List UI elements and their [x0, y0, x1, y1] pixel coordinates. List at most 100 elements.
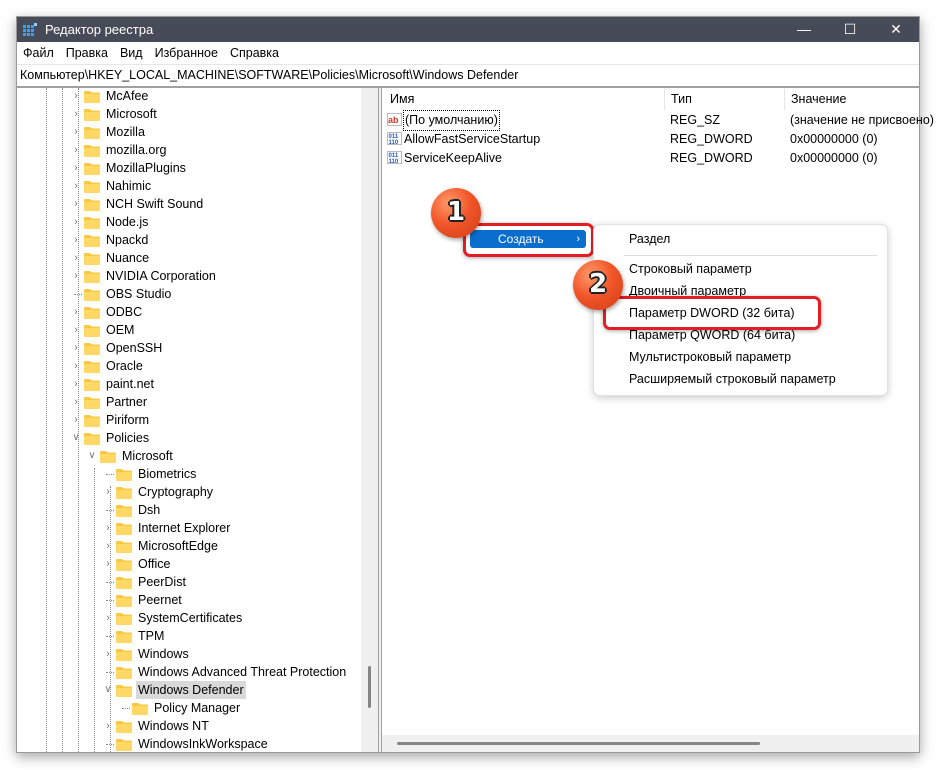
value-row[interactable]: ab (По умолчанию) REG_SZ (значение не пр…: [382, 110, 934, 131]
chevron-right-icon[interactable]: ›: [70, 141, 82, 159]
submenu-item-string[interactable]: Строковый параметр: [594, 258, 887, 280]
menu-edit[interactable]: Правка: [60, 42, 114, 64]
chevron-down-icon[interactable]: ∨: [70, 429, 82, 447]
tree-node[interactable]: › SystemCertificates: [102, 609, 378, 627]
registry-editor-icon: [23, 23, 37, 36]
folder-icon: [84, 342, 100, 355]
tree-node[interactable]: › Piriform: [70, 411, 370, 429]
column-header-name[interactable]: Имя: [390, 88, 414, 110]
tree-node[interactable]: › Office: [102, 555, 378, 573]
step-number: 2: [588, 269, 608, 299]
chevron-right-icon[interactable]: ›: [70, 88, 82, 105]
chevron-right-icon[interactable]: ›: [70, 339, 82, 357]
chevron-right-icon[interactable]: ›: [70, 177, 82, 195]
tree-vertical-scrollbar[interactable]: [361, 88, 378, 752]
tree-node[interactable]: TPM: [102, 627, 378, 645]
tree-node[interactable]: Biometrics: [102, 465, 378, 483]
tree-node[interactable]: › Mozilla: [70, 123, 370, 141]
tree-node[interactable]: Policy Manager: [118, 699, 378, 717]
tree-node[interactable]: PeerDist: [102, 573, 378, 591]
chevron-right-icon[interactable]: ›: [70, 159, 82, 177]
tree-node[interactable]: › NVIDIA Corporation: [70, 267, 370, 285]
column-header-type[interactable]: Тип: [671, 88, 692, 110]
chevron-right-icon[interactable]: ›: [102, 717, 114, 735]
tree-node[interactable]: › paint.net: [70, 375, 370, 393]
tree-node[interactable]: › Windows: [102, 645, 378, 663]
tree-node[interactable]: › OEM: [70, 321, 370, 339]
chevron-right-icon[interactable]: ›: [102, 555, 114, 573]
address-path[interactable]: Компьютер\HKEY_LOCAL_MACHINE\SOFTWARE\Po…: [20, 68, 518, 82]
chevron-right-icon[interactable]: ›: [70, 249, 82, 267]
folder-icon: [116, 468, 132, 481]
folder-icon: [84, 252, 100, 265]
tree-node[interactable]: ∨ Policies: [70, 429, 370, 447]
tree-node[interactable]: Dsh: [102, 501, 378, 519]
tree-node[interactable]: › OpenSSH: [70, 339, 370, 357]
tree-scroll-thumb[interactable]: [368, 666, 371, 708]
tree-node[interactable]: › NCH Swift Sound: [70, 195, 370, 213]
tree-node[interactable]: › Internet Explorer: [102, 519, 378, 537]
submenu-item-key[interactable]: Раздел: [594, 228, 887, 250]
chevron-right-icon[interactable]: ›: [102, 609, 114, 627]
tree-node[interactable]: › McAfee: [70, 88, 370, 105]
menu-file[interactable]: Файл: [17, 42, 60, 64]
tree-node[interactable]: WindowsInkWorkspace: [102, 735, 378, 752]
chevron-right-icon[interactable]: ›: [70, 213, 82, 231]
tree-node[interactable]: ∨ Microsoft: [86, 447, 378, 465]
chevron-down-icon[interactable]: ∨: [86, 447, 98, 465]
binary-value-icon: 011 110: [387, 151, 402, 165]
tree-node[interactable]: OBS Studio: [70, 285, 370, 303]
menu-bar: Файл Правка Вид Избранное Справка: [17, 42, 919, 64]
minimize-button[interactable]: —: [781, 17, 827, 42]
chevron-right-icon[interactable]: ›: [70, 267, 82, 285]
chevron-right-icon[interactable]: ›: [70, 357, 82, 375]
chevron-right-icon[interactable]: ›: [70, 123, 82, 141]
chevron-right-icon[interactable]: ›: [70, 411, 82, 429]
column-header-value[interactable]: Значение: [791, 88, 846, 110]
tree-node[interactable]: Peernet: [102, 591, 378, 609]
tree-node[interactable]: › mozilla.org: [70, 141, 370, 159]
tree-node[interactable]: › Oracle: [70, 357, 370, 375]
tree-node[interactable]: › MicrosoftEdge: [102, 537, 378, 555]
menu-view[interactable]: Вид: [114, 42, 149, 64]
values-horizontal-scrollbar[interactable]: [382, 735, 919, 752]
close-button[interactable]: ✕: [873, 17, 919, 42]
tree-node[interactable]: ∨ Windows Defender: [102, 681, 378, 699]
tree-node[interactable]: › Windows NT: [102, 717, 378, 735]
column-separator[interactable]: [784, 88, 785, 110]
tree-node[interactable]: › Nahimic: [70, 177, 370, 195]
tree-node[interactable]: › Microsoft: [70, 105, 370, 123]
tree-node[interactable]: Windows Advanced Threat Protection: [102, 663, 378, 681]
column-separator[interactable]: [664, 88, 665, 110]
chevron-right-icon[interactable]: ›: [102, 537, 114, 555]
menu-help[interactable]: Справка: [224, 42, 285, 64]
tree-node[interactable]: › Partner: [70, 393, 370, 411]
chevron-right-icon[interactable]: ›: [102, 483, 114, 501]
chevron-right-icon[interactable]: ›: [102, 519, 114, 537]
chevron-right-icon[interactable]: ›: [70, 321, 82, 339]
chevron-right-icon[interactable]: ›: [70, 195, 82, 213]
tree-node[interactable]: › ODBC: [70, 303, 370, 321]
tree-node[interactable]: › Node.js: [70, 213, 370, 231]
tree-node-label: mozilla.org: [106, 143, 167, 157]
tree-node[interactable]: › Cryptography: [102, 483, 378, 501]
chevron-right-icon[interactable]: ›: [70, 105, 82, 123]
value-row[interactable]: 011 110 ServiceKeepAlive REG_DWORD 0x000…: [382, 149, 919, 168]
value-row[interactable]: 011 110 AllowFastServiceStartup REG_DWOR…: [382, 130, 919, 149]
chevron-down-icon[interactable]: ∨: [102, 681, 114, 699]
tree-node[interactable]: › Npackd: [70, 231, 370, 249]
values-scroll-thumb[interactable]: [397, 742, 760, 745]
chevron-right-icon[interactable]: ›: [102, 645, 114, 663]
maximize-button[interactable]: ☐: [827, 17, 873, 42]
chevron-right-icon[interactable]: ›: [70, 393, 82, 411]
tree-node[interactable]: › Nuance: [70, 249, 370, 267]
chevron-right-icon[interactable]: ›: [70, 303, 82, 321]
chevron-right-icon[interactable]: ›: [70, 375, 82, 393]
submenu-item-multistring[interactable]: Мультистроковый параметр: [594, 346, 887, 368]
address-bar[interactable]: Компьютер\HKEY_LOCAL_MACHINE\SOFTWARE\Po…: [17, 64, 919, 89]
submenu-item-expandable-string[interactable]: Расширяемый строковый параметр: [594, 368, 887, 390]
menu-favorites[interactable]: Избранное: [149, 42, 224, 64]
folder-icon: [84, 90, 100, 103]
chevron-right-icon[interactable]: ›: [70, 231, 82, 249]
tree-node[interactable]: › MozillaPlugins: [70, 159, 370, 177]
